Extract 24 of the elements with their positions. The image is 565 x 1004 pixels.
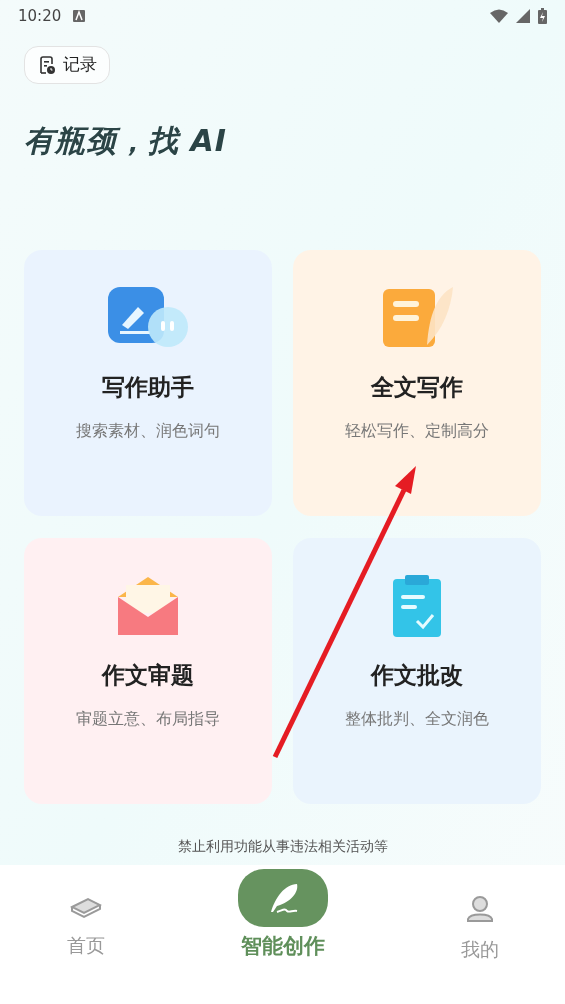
headline: 有瓶颈，找 AI <box>24 123 227 158</box>
user-icon <box>465 895 494 923</box>
card-title: 写作助手 <box>102 373 194 402</box>
card-subtitle: 轻松写作、定制高分 <box>345 419 489 442</box>
feature-card[interactable]: 写作助手 搜索素材、润色词句 <box>24 250 272 516</box>
status-time: 10:20 <box>18 5 62 27</box>
card-subtitle: 搜索素材、润色词句 <box>76 419 220 442</box>
battery-icon <box>538 8 547 24</box>
document-clock-icon <box>37 55 57 75</box>
feature-card[interactable]: 作文审题 审题立意、布局指导 <box>24 538 272 804</box>
feature-card[interactable]: 作文批改 整体批判、全文润色 <box>293 538 541 804</box>
disclaimer: 禁止利用功能从事违法相关活动等 <box>177 837 388 856</box>
card-title: 全文写作 <box>371 373 463 402</box>
feature-card[interactable]: 全文写作 轻松写作、定制高分 <box>293 250 541 516</box>
signal-icon <box>516 9 530 23</box>
nav-tab[interactable]: 智能创作 <box>237 869 328 963</box>
card-subtitle: 整体批判、全文润色 <box>345 707 489 730</box>
card-title: 作文批改 <box>371 661 463 690</box>
card-title: 作文审题 <box>102 661 194 690</box>
card-subtitle: 审题立意、布局指导 <box>76 707 220 730</box>
wifi-icon <box>490 9 508 23</box>
history-button[interactable]: 记录 <box>24 46 110 84</box>
keyboard-notification-icon <box>73 10 86 22</box>
book-icon <box>69 895 102 919</box>
